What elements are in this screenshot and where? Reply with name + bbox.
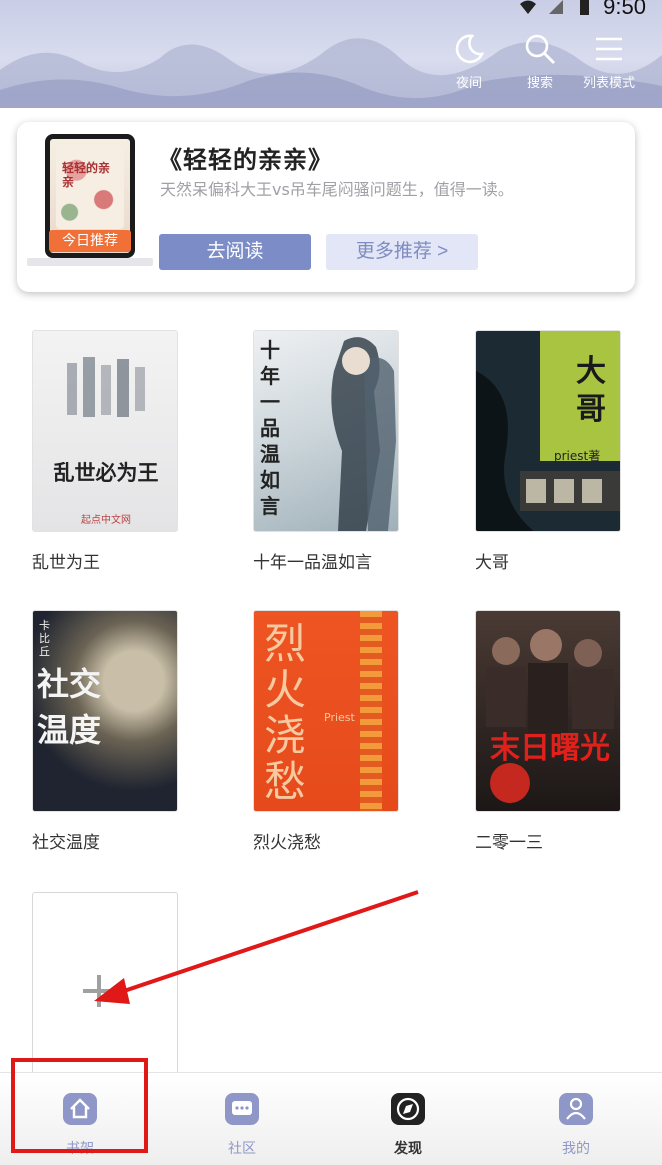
cover-title: 乱世必为王	[53, 461, 159, 485]
cover-title: 社交温度	[37, 665, 102, 749]
book-title: 十年一品温如言	[253, 553, 372, 573]
search-icon	[525, 34, 555, 64]
battery-icon	[580, 0, 590, 15]
recommend-title[interactable]: 《轻轻的亲亲》	[158, 140, 333, 175]
recommend-description: 天然呆偏科大王vs吊车尾闷骚问题生，值得一读。	[160, 180, 514, 199]
nav-community-label: 社区	[228, 1141, 256, 1157]
book-title: 乱世为王	[32, 553, 100, 573]
cover-pattern-strip	[360, 611, 382, 811]
nav-mine-label: 我的	[562, 1141, 590, 1157]
today-recommend-badge: 今日推荐	[49, 230, 131, 252]
crowd-illustration	[486, 629, 614, 803]
book-title: 社交温度	[32, 833, 100, 853]
status-bar: 9:50	[519, 0, 646, 20]
chat-icon	[225, 1093, 259, 1125]
more-recommend-button[interactable]: 更多推荐 >	[326, 234, 478, 270]
search-label: 搜索	[526, 76, 553, 91]
status-time: 9:50	[603, 0, 646, 19]
cover-title-vertical: 大哥	[576, 354, 606, 427]
nav-discover[interactable]: 发现	[373, 1087, 443, 1158]
cover-publisher: 起点中文网	[81, 515, 131, 526]
book-item[interactable]: 大哥 priest著 大哥	[475, 330, 621, 573]
ink-splash-art	[67, 357, 145, 417]
night-mode-label: 夜间	[455, 76, 482, 91]
compass-icon	[391, 1093, 425, 1125]
user-icon	[559, 1093, 593, 1125]
signal-icon	[549, 0, 564, 14]
nav-community[interactable]: 社区	[207, 1087, 277, 1158]
app-root: 9:50 夜间 搜索 列表模式 轻轻的亲亲 今日推荐 《轻轻的亲亲》 天然呆偏科…	[0, 0, 662, 1165]
recommend-cover-text: 轻轻的亲亲	[62, 161, 111, 189]
book-cover[interactable]: 乱世必为王 起点中文网	[32, 330, 178, 532]
book-title: 烈火浇愁	[253, 833, 321, 853]
search-button[interactable]: 搜索	[503, 32, 577, 91]
book-cover[interactable]: 烈火浇愁 Priest	[253, 610, 399, 812]
couple-illustration	[331, 337, 396, 531]
night-mode-button[interactable]: 夜间	[432, 32, 506, 91]
list-icon	[596, 37, 622, 61]
recommend-card: 轻轻的亲亲 今日推荐 《轻轻的亲亲》 天然呆偏科大王vs吊车尾闷骚问题生，值得一…	[17, 122, 635, 292]
wifi-icon	[520, 0, 537, 14]
moon-icon	[455, 34, 485, 64]
book-cover[interactable]: 大哥 priest著	[475, 330, 621, 532]
cover-author: Priest	[324, 711, 355, 724]
list-mode-button[interactable]: 列表模式	[572, 32, 646, 91]
header: 9:50 夜间 搜索 列表模式	[0, 0, 662, 108]
cover-title: 末日曙光	[490, 731, 610, 766]
cover-author: 卡比丘	[39, 619, 50, 658]
book-item[interactable]: 卡比丘 社交温度 社交温度	[32, 610, 178, 853]
book-title: 大哥	[475, 553, 509, 573]
add-book-button[interactable]	[32, 892, 178, 1082]
book-cover[interactable]: 十年一品温如言	[253, 330, 399, 532]
book-title: 二零一三	[475, 833, 543, 853]
go-read-button[interactable]: 去阅读	[159, 234, 311, 270]
cover-author: priest著	[554, 449, 601, 463]
list-mode-label: 列表模式	[582, 76, 635, 91]
book-cover[interactable]: 卡比丘 社交温度	[32, 610, 178, 812]
book-item[interactable]: 十年一品温如言 十年一品温如言	[253, 330, 399, 573]
nav-discover-label: 发现	[394, 1141, 422, 1157]
book-item[interactable]: 乱世必为王 起点中文网 乱世为王	[32, 330, 178, 573]
book-item[interactable]: 烈火浇愁 Priest 烈火浇愁	[253, 610, 399, 853]
nav-mine[interactable]: 我的	[541, 1087, 611, 1158]
book-cover[interactable]: 末日曙光	[475, 610, 621, 812]
device-stand	[27, 258, 153, 266]
plus-icon-vertical	[97, 975, 101, 1007]
book-item[interactable]: 末日曙光 二零一三	[475, 610, 621, 853]
highlight-box	[11, 1058, 148, 1153]
cover-title-vertical: 十年一品温如言	[260, 338, 280, 518]
